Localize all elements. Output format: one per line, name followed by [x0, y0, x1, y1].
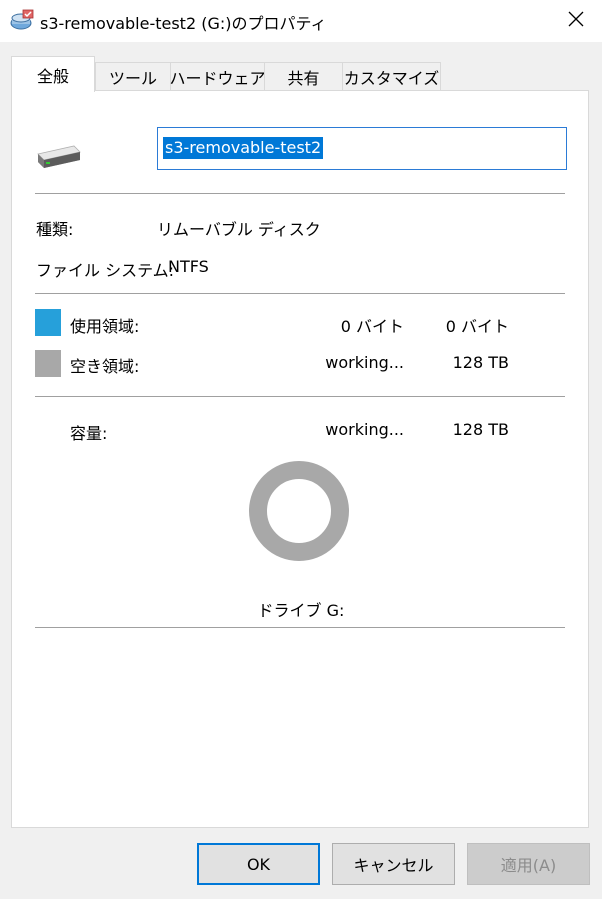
drive-letter-label: ドライブ G:	[257, 601, 345, 620]
ok-button[interactable]: OK	[197, 843, 320, 885]
tab-sharing[interactable]: 共有	[264, 62, 343, 90]
tab-label: ハードウェア	[169, 68, 266, 88]
tab-label: 共有	[287, 68, 320, 88]
divider	[35, 293, 565, 294]
drive-properties-icon	[10, 9, 34, 31]
tab-label: 全般	[36, 66, 69, 86]
divider	[35, 396, 565, 397]
general-panel	[11, 90, 589, 828]
usage-donut-chart	[248, 460, 350, 562]
type-value: リムーバブル ディスク	[157, 220, 321, 239]
title-bar: s3-removable-test2 (G:)のプロパティ	[0, 0, 602, 42]
used-space-size: 0 バイト	[445, 317, 509, 336]
free-space-ring	[249, 461, 349, 561]
window-title: s3-removable-test2 (G:)のプロパティ	[40, 14, 327, 33]
tab-customize[interactable]: カスタマイズ	[342, 62, 441, 90]
drive-name-text: s3-removable-test2	[163, 137, 324, 159]
free-space-swatch	[35, 350, 61, 377]
drive-name-input[interactable]: s3-removable-test2	[157, 127, 567, 170]
close-icon	[568, 11, 584, 31]
capacity-bytes: working...	[325, 420, 404, 439]
free-space-bytes: working...	[325, 353, 404, 372]
divider	[35, 193, 565, 194]
tab-general[interactable]: 全般	[11, 56, 95, 92]
close-button[interactable]	[556, 4, 596, 38]
capacity-size: 128 TB	[452, 420, 509, 439]
free-space-size: 128 TB	[452, 353, 509, 372]
free-space-label: 空き領域:	[70, 357, 140, 376]
tab-hardware[interactable]: ハードウェア	[169, 62, 266, 90]
tab-label: ツール	[108, 68, 157, 88]
apply-button[interactable]: 適用(A)	[467, 843, 590, 885]
filesystem-value: NTFS	[168, 257, 209, 276]
filesystem-label: ファイル システム:	[36, 261, 174, 280]
capacity-label: 容量:	[70, 424, 108, 443]
used-space-label: 使用領域:	[70, 317, 140, 336]
used-space-swatch	[35, 309, 61, 336]
type-label: 種類:	[36, 220, 74, 239]
used-space-bytes: 0 バイト	[340, 317, 404, 336]
cancel-button[interactable]: キャンセル	[332, 843, 455, 885]
tab-label: カスタマイズ	[343, 68, 440, 88]
divider	[35, 627, 565, 628]
removable-drive-icon	[36, 140, 82, 170]
tab-tools[interactable]: ツール	[95, 62, 171, 90]
